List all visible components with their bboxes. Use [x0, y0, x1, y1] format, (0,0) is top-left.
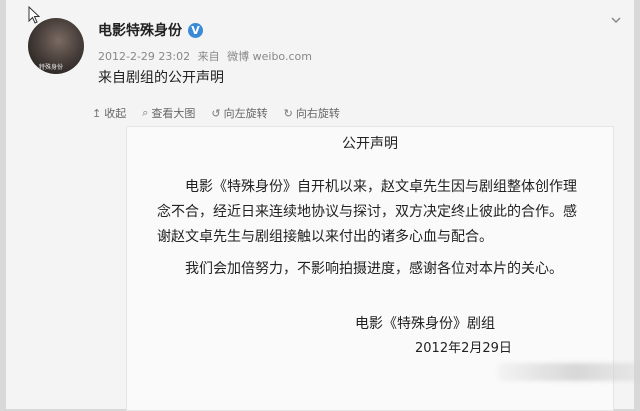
statement-date: 2012年2月29日: [415, 341, 512, 356]
verified-badge-icon: V: [188, 22, 203, 38]
statement-paragraph-1: 电影《特殊身份》自开机以来，赵文卓先生因与剧组整体创作理念不合，经近日来连续地协…: [157, 179, 577, 245]
collapse-icon: ↥: [92, 106, 102, 120]
author-row: 电影特殊身份 V: [98, 20, 203, 40]
rotate-right-icon: ↻: [283, 106, 293, 120]
rotate-left-button[interactable]: ↺ 向左旋转: [211, 105, 267, 121]
author-name[interactable]: 电影特殊身份: [98, 20, 182, 40]
post-meta: 2012-2-29 23:02 来自 微博 weibo.com: [98, 48, 316, 64]
rotate-right-label: 向右旋转: [295, 107, 340, 120]
rotate-left-label: 向左旋转: [223, 107, 268, 120]
statement-title: 公开声明: [342, 136, 398, 152]
image-toolbar: ↥ 收起 ⌕ 查看大图 ↺ 向左旋转 ↻ 向右旋转: [92, 105, 340, 121]
weibo-post: 特殊身份 电影特殊身份 V 2012-2-29 23:02 来自 微博 weib…: [6, 0, 640, 411]
rotate-left-icon: ↺: [211, 106, 221, 120]
statement-paragraph-2: 我们会加倍努力，不影响拍摄进度，感谢各位对本片的关心。: [185, 261, 563, 277]
post-source[interactable]: 微博 weibo.com: [227, 50, 312, 63]
post-timestamp[interactable]: 2012-2-29 23:02: [98, 50, 190, 63]
statement-signature: 电影《特殊身份》剧组: [355, 316, 495, 332]
view-large-button[interactable]: ⌕ 查看大图: [142, 105, 195, 121]
collapse-label: 收起: [104, 107, 127, 120]
mouse-cursor-icon: [28, 6, 40, 24]
blurred-watermark: [497, 363, 640, 381]
from-label: 来自: [197, 50, 220, 63]
rotate-right-button[interactable]: ↻ 向右旋转: [284, 105, 340, 121]
avatar-caption: 特殊身份: [39, 64, 64, 71]
collapse-button[interactable]: ↥ 收起: [92, 105, 126, 121]
statement-image[interactable]: 公开声明 电影《特殊身份》自开机以来，赵文卓先生因与剧组整体创作理念不合，经近日…: [126, 126, 640, 411]
zoom-icon: ⌕: [142, 106, 149, 119]
post-text: 来自剧组的公开声明: [98, 70, 224, 86]
chevron-down-icon[interactable]: [610, 14, 622, 26]
view-large-label: 查看大图: [151, 107, 196, 120]
